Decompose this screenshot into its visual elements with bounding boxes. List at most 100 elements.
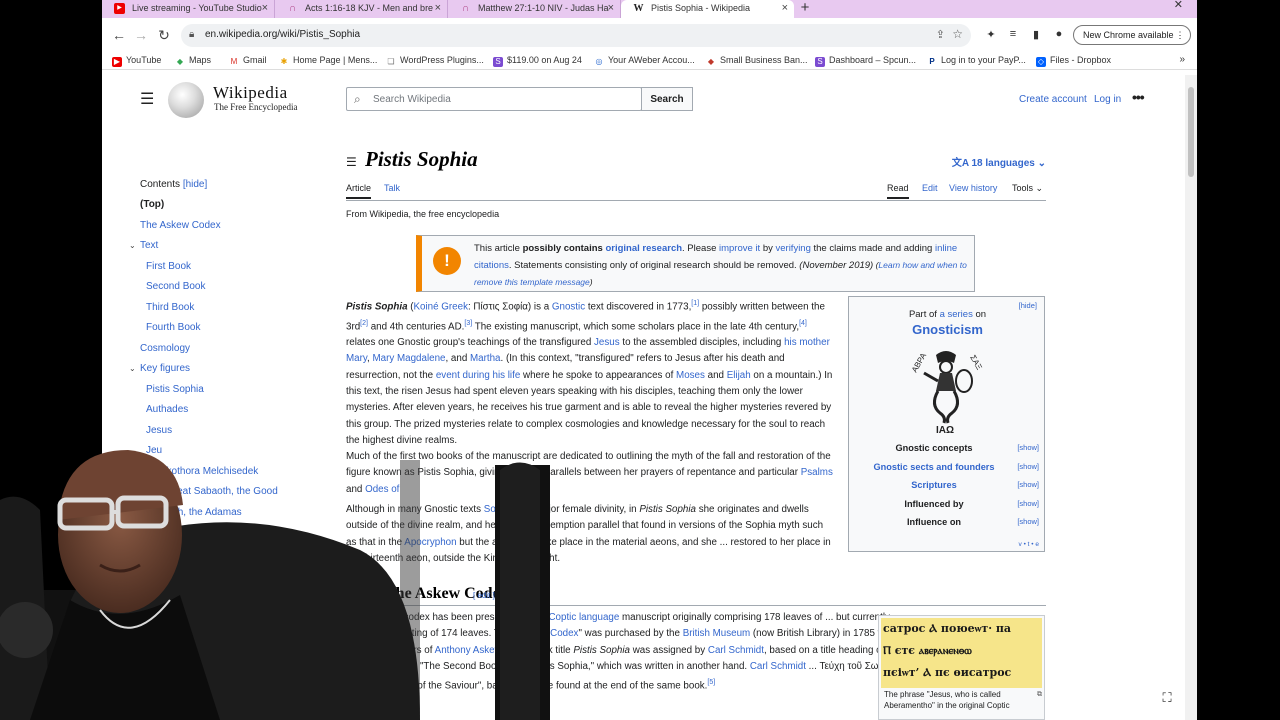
- reference-link[interactable]: [3]: [464, 320, 472, 327]
- bookmark-star-icon[interactable]: ☆: [952, 27, 963, 41]
- toc-item[interactable]: Authades: [140, 400, 330, 421]
- abraxas-emblem-image[interactable]: ΑΒΡΑ ΣΑΞ ΙΑΩ: [906, 343, 986, 435]
- toc-item[interactable]: Third Book: [140, 298, 330, 319]
- back-icon[interactable]: ←: [110, 27, 128, 43]
- lock-icon[interactable]: 🔒︎: [189, 29, 194, 40]
- fullscreen-icon[interactable]: ⛶: [1157, 688, 1177, 708]
- toc-item[interactable]: Jesus: [140, 421, 330, 442]
- close-tab-icon[interactable]: ×: [782, 0, 788, 16]
- close-tab-icon[interactable]: ×: [262, 0, 268, 16]
- create-account-link[interactable]: Create account: [1019, 94, 1087, 105]
- tab-edit[interactable]: Edit: [922, 183, 938, 193]
- forward-icon[interactable]: →: [132, 27, 150, 43]
- log-in-link[interactable]: Log in: [1094, 94, 1121, 105]
- main-menu-icon[interactable]: ☰: [140, 89, 154, 109]
- search-button[interactable]: Search: [641, 87, 693, 111]
- close-tab-icon[interactable]: ×: [435, 0, 441, 16]
- infobox-show-link[interactable]: [show]: [1017, 443, 1039, 452]
- verifying-link[interactable]: verifying: [776, 243, 811, 254]
- toc-item[interactable]: ⌄ Text: [129, 236, 330, 257]
- bookmark-aweber[interactable]: ◎ Your AWeber Accou...: [594, 55, 695, 67]
- chevron-down-icon[interactable]: ⌄: [129, 359, 136, 379]
- infobox-show-link[interactable]: [show]: [1017, 499, 1039, 508]
- wikipedia-wordmark[interactable]: Wikipedia: [213, 83, 288, 103]
- tab-acts[interactable]: ∩ Acts 1:16-18 KJV - Men and bre ×: [275, 0, 448, 18]
- toc-item[interactable]: ⌄ Key figures: [129, 359, 330, 380]
- window-close-icon[interactable]: ✕: [1174, 0, 1183, 11]
- chevron-down-icon[interactable]: ⌄: [129, 236, 136, 256]
- reading-list-icon[interactable]: ≡: [1006, 28, 1020, 40]
- search-input[interactable]: [373, 91, 633, 107]
- elijah-link[interactable]: Elijah: [727, 370, 751, 381]
- share-icon[interactable]: ⇪: [936, 28, 945, 41]
- toc-item[interactable]: First Book: [140, 257, 330, 278]
- wikipedia-globe-logo[interactable]: [168, 82, 204, 118]
- bookmark-maps[interactable]: ◆ Maps: [175, 55, 211, 67]
- gnostic-link[interactable]: Gnostic: [552, 301, 585, 312]
- tab-article[interactable]: Article: [346, 183, 372, 199]
- moses-link[interactable]: Moses: [676, 370, 705, 381]
- jesus-link[interactable]: Jesus: [594, 337, 620, 348]
- profile-icon[interactable]: ●: [1052, 28, 1066, 40]
- bookmark-small-business[interactable]: ◆ Small Business Ban...: [706, 55, 808, 67]
- chrome-update-button[interactable]: New Chrome available ⋮: [1073, 25, 1191, 45]
- infobox-show-link[interactable]: [show]: [1017, 517, 1039, 526]
- toc-item[interactable]: Pistis Sophia: [140, 380, 330, 401]
- page-scrollbar[interactable]: [1185, 75, 1197, 720]
- toc-hide-link[interactable]: [hide]: [183, 179, 207, 190]
- reload-icon[interactable]: ↻: [155, 27, 173, 43]
- infobox-show-link[interactable]: [show]: [1017, 462, 1039, 471]
- series-link[interactable]: a series: [940, 309, 973, 320]
- close-tab-icon[interactable]: ×: [608, 0, 614, 16]
- bookmark-invoice[interactable]: S $119.00 on Aug 24: [493, 55, 582, 67]
- bookmark-wordpress[interactable]: ❏ WordPress Plugins...: [386, 55, 483, 67]
- tab-youtube-studio[interactable]: ▶ Live streaming - YouTube Studio ×: [102, 0, 275, 18]
- coptic-manuscript-image[interactable]: сатрос Ⲁ поюеѡт· па Ⲡ єтє ⲁⲃⲉⲣⲁⲛⲉⲛⲑⲱ пєі…: [881, 618, 1042, 688]
- improve-it-link[interactable]: improve it: [719, 243, 760, 254]
- tab-pistis-sophia[interactable]: W Pistis Sophia - Wikipedia ×: [621, 0, 794, 18]
- url-text[interactable]: en.wikipedia.org/wiki/Pistis_Sophia: [205, 29, 360, 40]
- toc-item[interactable]: Fourth Book: [140, 318, 330, 339]
- tab-read[interactable]: Read: [887, 183, 909, 199]
- scrollbar-thumb[interactable]: [1188, 87, 1194, 177]
- martha-link[interactable]: Martha: [470, 353, 501, 364]
- tab-matthew[interactable]: ∩ Matthew 27:1-10 NIV - Judas Ha ×: [448, 0, 621, 18]
- search-box[interactable]: ⌕: [346, 87, 642, 111]
- bookmark-mens[interactable]: ✱ Home Page | Mens...: [279, 55, 378, 67]
- toc-item[interactable]: (Top): [140, 195, 330, 216]
- psalms-link[interactable]: Psalms: [801, 467, 833, 478]
- original-research-link[interactable]: original research: [605, 243, 682, 254]
- extensions-icon[interactable]: ✦: [984, 28, 998, 41]
- enlarge-icon[interactable]: ⧉: [1037, 689, 1042, 700]
- view-talk-edit-links[interactable]: v • t • e: [1019, 541, 1039, 548]
- toc-item[interactable]: The Askew Codex: [140, 216, 330, 237]
- address-bar[interactable]: 🔒︎ en.wikipedia.org/wiki/Pistis_Sophia ⇪…: [181, 24, 971, 47]
- reference-link[interactable]: [4]: [799, 320, 807, 327]
- more-bookmarks-icon[interactable]: »: [1179, 54, 1185, 65]
- carl-schmidt-link[interactable]: Carl Schmidt: [750, 661, 806, 672]
- reference-link[interactable]: [1]: [691, 300, 699, 307]
- bookmark-dropbox[interactable]: ◇ Files - Dropbox: [1036, 55, 1111, 67]
- bookmark-gmail[interactable]: M Gmail: [229, 55, 267, 67]
- carl-schmidt-link[interactable]: Carl Schmidt: [708, 645, 764, 656]
- toc-item[interactable]: Second Book: [140, 277, 330, 298]
- new-tab-button[interactable]: +: [794, 0, 816, 18]
- koine-greek-link[interactable]: Koiné Greek: [414, 301, 468, 312]
- tab-view-history[interactable]: View history: [949, 183, 997, 193]
- british-museum-link[interactable]: British Museum: [683, 628, 751, 639]
- infobox-show-link[interactable]: [show]: [1017, 480, 1039, 489]
- language-button[interactable]: 文A 18 languages ⌄: [952, 154, 1046, 169]
- personal-tools-icon[interactable]: •••: [1132, 89, 1145, 105]
- transfiguration-link[interactable]: event during his life: [436, 370, 520, 381]
- bookmark-dashboard[interactable]: S Dashboard – Spcun...: [815, 55, 916, 67]
- tab-tools[interactable]: Tools ⌄: [1012, 183, 1043, 194]
- toc-item[interactable]: Cosmology: [140, 339, 330, 360]
- gnosticism-heading-link[interactable]: Gnosticism: [849, 322, 1046, 337]
- tab-talk[interactable]: Talk: [384, 183, 400, 193]
- mary-magdalene-link[interactable]: Mary Magdalene: [373, 353, 446, 364]
- bookmark-paypal[interactable]: P Log in to your PayP...: [927, 55, 1026, 67]
- reference-link[interactable]: [2]: [360, 320, 368, 327]
- toc-toggle-icon[interactable]: ☰: [346, 155, 357, 169]
- side-panel-icon[interactable]: ▮: [1029, 28, 1043, 41]
- reference-link[interactable]: [5]: [707, 679, 715, 686]
